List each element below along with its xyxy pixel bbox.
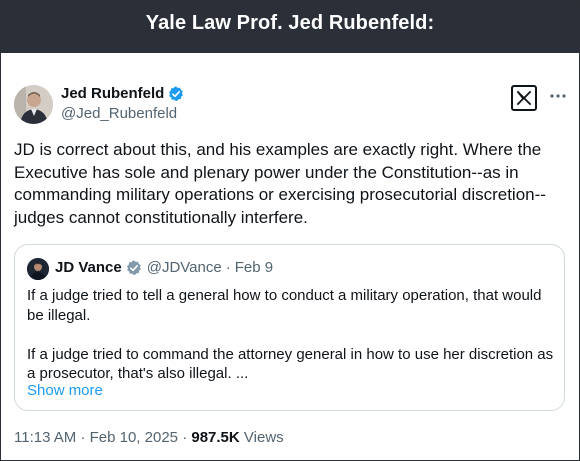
dot-separator: · <box>225 259 231 276</box>
banner-title: Yale Law Prof. Jed Rubenfeld: <box>145 11 435 34</box>
author-name-row[interactable]: Jed Rubenfeld <box>61 85 184 102</box>
title-banner: Yale Law Prof. Jed Rubenfeld: <box>1 1 579 53</box>
quoted-author-handle[interactable]: @JDVance <box>147 259 222 276</box>
quoted-post-date[interactable]: Feb 9 <box>235 259 273 276</box>
quoted-post-header: JD Vance @JDVance · Feb 9 <box>55 259 273 276</box>
post-metadata: 11:13 AM · Feb 10, 2025 · 987.5K Views <box>14 429 284 446</box>
dot-separator: · <box>80 429 90 446</box>
post-text: JD is correct about this, and his exampl… <box>14 140 546 227</box>
quoted-paragraph-1: If a judge tried to tell a general how t… <box>27 287 542 324</box>
verified-badge-icon <box>168 86 184 102</box>
views-label: Views <box>243 429 284 446</box>
quoted-author-name[interactable]: JD Vance <box>55 259 122 276</box>
screenshot-frame: Yale Law Prof. Jed Rubenfeld: Jed Rubenf… <box>0 0 580 461</box>
dot-separator: · <box>182 429 192 446</box>
author-avatar[interactable] <box>14 85 53 124</box>
quoted-author-avatar[interactable] <box>27 258 49 280</box>
quoted-verified-badge-icon <box>126 260 142 276</box>
post-time[interactable]: 11:13 AM <box>14 429 76 446</box>
author-handle[interactable]: @Jed_Rubenfeld <box>61 105 177 122</box>
quoted-post-text: If a judge tried to tell a general how t… <box>27 286 557 403</box>
author-name[interactable]: Jed Rubenfeld <box>61 85 164 102</box>
quoted-paragraph-2: If a judge tried to command the attorney… <box>27 345 554 383</box>
x-logo-icon[interactable] <box>511 85 537 111</box>
views-count: 987.5K <box>191 429 240 446</box>
post-date[interactable]: Feb 10, 2025 <box>90 429 178 446</box>
show-more-link[interactable]: Show more <box>27 382 103 399</box>
more-options-icon[interactable] <box>549 87 567 105</box>
quoted-post[interactable]: JD Vance @JDVance · Feb 9 If a judge tri… <box>14 244 565 411</box>
